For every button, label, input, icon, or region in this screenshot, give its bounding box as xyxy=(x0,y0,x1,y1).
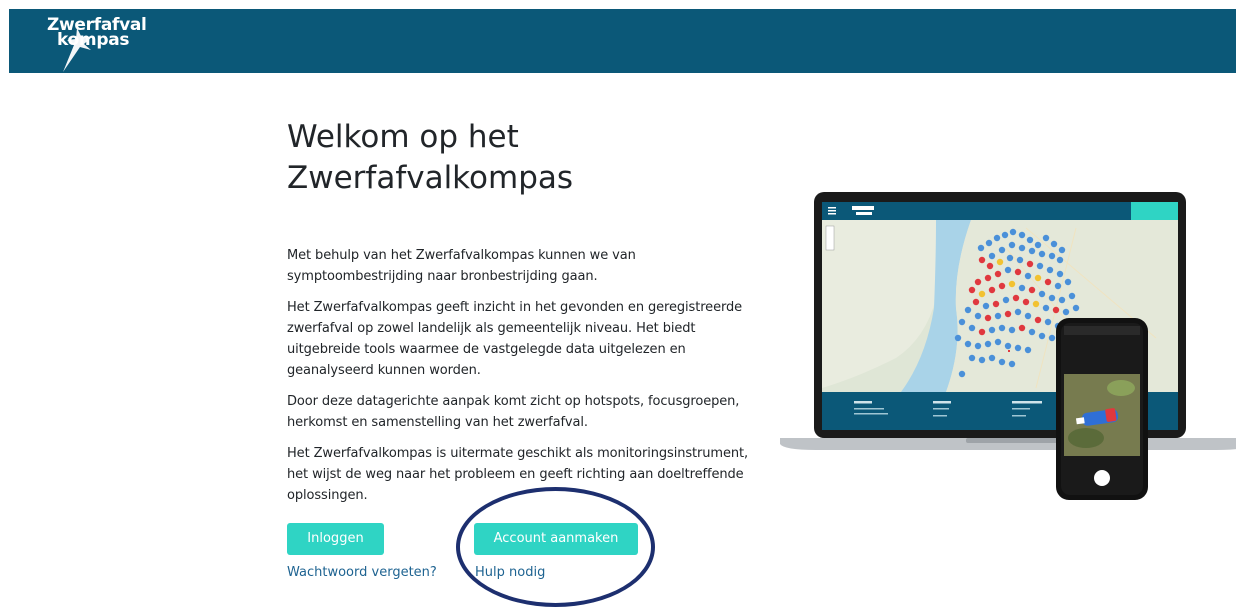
phone-shutter-button xyxy=(1094,470,1110,486)
top-header: Zwerfafval kompas xyxy=(9,9,1236,73)
create-account-button[interactable]: Account aanmaken xyxy=(474,523,638,555)
device-illustration xyxy=(780,192,1236,500)
help-link[interactable]: Hulp nodig xyxy=(475,565,545,580)
intro-paragraph: Door deze datagerichte aanpak komt zicht… xyxy=(287,394,740,430)
page-title: Welkom op het Zwerfafvalkompas xyxy=(287,119,574,196)
intro-paragraph: Met behulp van het Zwerfafvalkompas kunn… xyxy=(287,248,636,284)
logo-text-line2: kompas xyxy=(57,30,130,50)
screen-app-header xyxy=(822,202,1178,220)
forgot-password-link[interactable]: Wachtwoord vergeten? xyxy=(287,565,437,580)
login-button[interactable]: Inloggen xyxy=(287,523,384,555)
intro-paragraph: Het Zwerfafvalkompas geeft inzicht in he… xyxy=(287,300,743,378)
intro-text: Met behulp van het Zwerfafvalkompas kunn… xyxy=(287,245,757,516)
intro-paragraph: Het Zwerfafvalkompas is uitermate geschi… xyxy=(287,446,749,503)
screen-header-button xyxy=(1131,202,1178,220)
logo[interactable]: Zwerfafval kompas xyxy=(47,16,167,74)
